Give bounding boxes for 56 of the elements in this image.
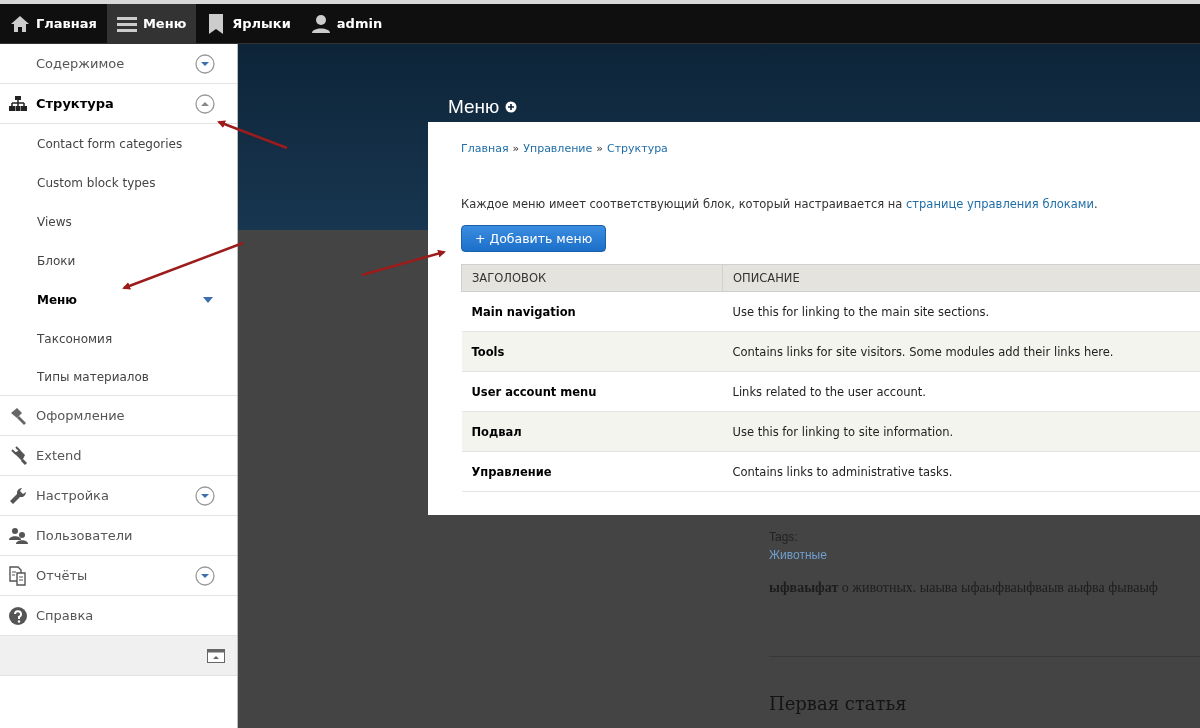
breadcrumb-link[interactable]: Главная: [461, 142, 509, 155]
expand-toggle[interactable]: [195, 565, 215, 586]
table-cell: Подвал: [461, 411, 723, 452]
toolbar-tab[interactable]: Меню: [106, 4, 197, 43]
breadcrumb-link[interactable]: Управление: [523, 142, 593, 155]
tag-link[interactable]: Животные: [769, 548, 1200, 562]
sidebar-subitem[interactable]: Views: [37, 214, 215, 229]
table-cell: Use this for linking to site information.: [722, 411, 1200, 452]
add-menu-button[interactable]: + Добавить меню: [461, 225, 607, 252]
breadcrumb-separator: »: [512, 142, 520, 155]
sidebar-subitem[interactable]: Custom block types: [37, 175, 215, 190]
hierarchy-icon: [8, 93, 28, 114]
plug-icon: [8, 445, 28, 466]
annotation-arrow: [217, 120, 288, 150]
sidebar-item[interactable]: Содержимое: [36, 56, 195, 71]
sidebar-item[interactable]: Настройка: [36, 488, 195, 503]
intro-text: Каждое меню имеет соответствующий блок, который настраивается на странице управления блоками.: [461, 197, 1099, 211]
collapse-toggle[interactable]: [195, 93, 215, 114]
table-cell: Use this for linking to the main site sections.: [722, 291, 1200, 332]
toolbar-tab[interactable]: Ярлыки: [196, 4, 301, 43]
table-cell: Contains links to administrative tasks.: [722, 451, 1200, 492]
table-cell: Tools: [461, 331, 723, 372]
expand-toggle[interactable]: [195, 53, 215, 74]
sidebar-item[interactable]: Пользователи: [36, 528, 215, 543]
sidebar-subitem[interactable]: Типы материалов: [37, 369, 215, 384]
sidebar-item[interactable]: Справка: [36, 608, 215, 623]
breadcrumb-separator: »: [596, 142, 603, 155]
sidebar-subitem[interactable]: Contact form categories: [37, 136, 215, 151]
sidebar-item[interactable]: Extend: [36, 448, 215, 463]
collapse-sidebar-icon[interactable]: [207, 648, 225, 663]
plus-icon[interactable]: [505, 101, 518, 113]
table-cell: User account menu: [461, 371, 723, 412]
help-icon: [8, 605, 28, 626]
column-header: ОПИСАНИЕ: [722, 264, 1200, 292]
sidebar-subitem[interactable]: Блоки: [37, 253, 215, 268]
page-title: Меню: [448, 96, 500, 118]
table-cell: Contains links for site visitors. Some modules add their links here.: [722, 331, 1200, 372]
table-cell: Main navigation: [461, 291, 723, 332]
expand-toggle[interactable]: [195, 485, 215, 506]
sidebar-subitem[interactable]: Таксономия: [37, 331, 215, 346]
toolbar-tab[interactable]: Главная: [0, 4, 107, 43]
sidebar-subitem[interactable]: Меню: [37, 292, 203, 307]
sidebar-item[interactable]: Отчёты: [36, 568, 195, 583]
table-cell: Управление: [461, 451, 723, 492]
sidebar-item[interactable]: Структура: [36, 96, 195, 111]
breadcrumb-link[interactable]: Структура: [607, 142, 668, 155]
wrench-icon: [8, 485, 28, 506]
people-icon: [8, 525, 28, 546]
blocks-link[interactable]: странице управления блоками: [906, 197, 1094, 211]
sidebar-item[interactable]: Оформление: [36, 408, 215, 423]
column-header: ЗАГОЛОВОК: [461, 264, 723, 292]
table-cell: Links related to the user account.: [722, 371, 1200, 412]
toolbar-tab[interactable]: admin: [300, 4, 393, 43]
documents-icon: [8, 565, 28, 586]
user-icon: [310, 13, 331, 34]
home-icon: [10, 13, 30, 34]
